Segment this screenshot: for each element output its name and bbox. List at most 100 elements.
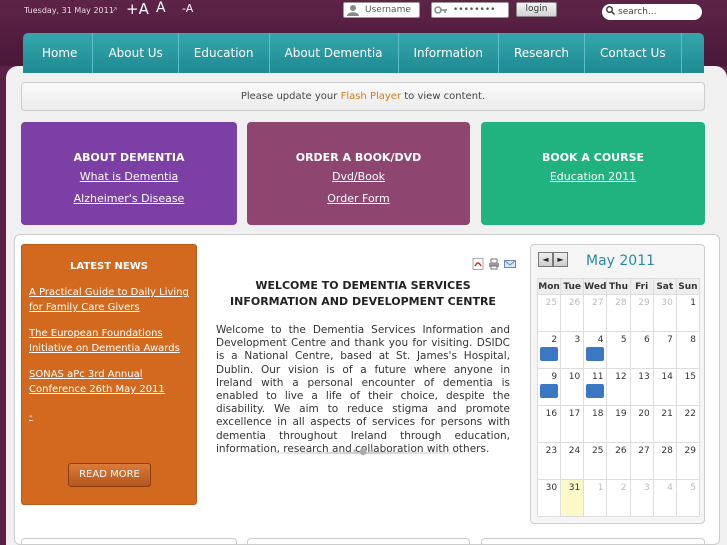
calendar-day[interactable]: 3 <box>629 479 654 517</box>
calendar-day[interactable]: 29 <box>675 442 701 480</box>
calendar-day[interactable]: 30 <box>536 479 562 517</box>
calendar-day[interactable]: 1 <box>583 479 608 517</box>
divider-dots-icon: •●• <box>352 447 377 457</box>
font-reset-button[interactable]: A <box>156 0 166 16</box>
day-number: 11 <box>592 372 604 382</box>
font-decrease-button[interactable]: -A <box>182 2 193 15</box>
order-form-link[interactable]: Order Form <box>247 192 470 205</box>
calendar-day[interactable]: 5 <box>675 479 701 517</box>
pdf-icon[interactable] <box>472 255 484 270</box>
next-month-button[interactable]: ► <box>553 252 568 267</box>
calendar-day[interactable]: 10 <box>560 368 585 406</box>
calendar-day[interactable]: 17 <box>560 405 585 443</box>
calendar-day[interactable]: 22 <box>675 405 701 443</box>
search-input[interactable]: search... <box>602 4 702 20</box>
calendar-day[interactable]: 14 <box>652 368 677 406</box>
calendar-day[interactable]: 19 <box>606 405 631 443</box>
flash-notice: Please update your Flash Player to view … <box>21 82 705 111</box>
nav-information[interactable]: Information <box>399 33 499 73</box>
calendar-day[interactable]: 29 <box>629 294 654 332</box>
news-item-link[interactable]: SONAS aPc 3rd Annual Conference 26th May… <box>29 367 191 397</box>
font-increase-button[interactable]: +A <box>126 0 149 18</box>
calendar-day[interactable]: 15 <box>675 368 701 406</box>
flash-notice-suffix: to view content. <box>401 91 486 102</box>
password-value: •••••••• <box>453 5 496 15</box>
calendar-day[interactable]: 18 <box>583 405 608 443</box>
read-more-button[interactable]: READ MORE <box>68 463 151 487</box>
calendar-day-today[interactable]: 31 <box>560 479 585 517</box>
feature-order-book: ORDER A BOOK/DVD Dvd/Book Order Form <box>247 122 470 225</box>
calendar-day[interactable]: 3 <box>560 331 585 369</box>
calendar-day[interactable]: 16 <box>536 405 562 443</box>
calendar-day[interactable]: 28 <box>652 442 677 480</box>
event-marker[interactable] <box>540 384 558 398</box>
event-marker[interactable] <box>586 347 605 361</box>
calendar-day[interactable]: 27 <box>583 294 608 332</box>
calendar-day[interactable]: 25 <box>536 294 562 332</box>
nav-about-dementia[interactable]: About Dementia <box>270 33 399 73</box>
calendar-day[interactable]: 26 <box>606 442 631 480</box>
day-number: 9 <box>551 372 558 382</box>
calendar-day[interactable]: 5 <box>606 331 631 369</box>
weekday-header: Mon <box>536 278 562 295</box>
username-field[interactable]: Username <box>343 2 420 18</box>
bottom-box <box>481 538 705 545</box>
calendar-day-with-event[interactable]: 9 <box>536 368 562 406</box>
news-item-link[interactable]: The European Foundations Initiative on D… <box>29 326 191 356</box>
event-marker[interactable] <box>540 347 558 361</box>
calendar-day[interactable]: 25 <box>583 442 608 480</box>
calendar-day[interactable]: 12 <box>606 368 631 406</box>
weekday-header: Fri <box>629 278 654 295</box>
calendar-day[interactable]: 6 <box>629 331 654 369</box>
login-button[interactable]: login <box>516 2 557 17</box>
calendar-day-with-event[interactable]: 11 <box>583 368 608 406</box>
search-placeholder: search... <box>618 7 657 17</box>
events-calendar: ◄ ► May 2011 Mon Tue Wed Thu Fri Sat Sun… <box>530 244 705 524</box>
calendar-day[interactable]: 21 <box>652 405 677 443</box>
dvd-book-link[interactable]: Dvd/Book <box>247 170 470 183</box>
weekday-header: Tue <box>560 278 585 295</box>
calendar-grid: Mon Tue Wed Thu Fri Sat Sun 25 26 27 28 … <box>536 278 701 517</box>
calendar-day-with-event[interactable]: 2 <box>536 331 562 369</box>
nav-home[interactable]: Home <box>27 33 94 73</box>
calendar-day[interactable]: 1 <box>675 294 701 332</box>
prev-month-button[interactable]: ◄ <box>538 252 553 267</box>
weekday-header: Wed <box>583 278 608 295</box>
news-title: LATEST NEWS <box>70 261 148 272</box>
main-nav: Home About Us Education About Dementia I… <box>23 33 704 73</box>
weekday-header: Thu <box>606 278 631 295</box>
feature-title: ORDER A BOOK/DVD <box>295 151 422 164</box>
key-icon <box>434 4 450 16</box>
calendar-day[interactable]: 8 <box>675 331 701 369</box>
feature-title: BOOK A COURSE <box>541 151 645 164</box>
nav-about-us[interactable]: About Us <box>93 33 179 73</box>
education-2011-link[interactable]: Education 2011 <box>481 170 705 183</box>
calendar-day[interactable]: 23 <box>536 442 562 480</box>
calendar-day[interactable]: 7 <box>652 331 677 369</box>
calendar-day[interactable]: 2 <box>606 479 631 517</box>
calendar-day[interactable]: 20 <box>629 405 654 443</box>
calendar-day[interactable]: 27 <box>629 442 654 480</box>
calendar-day[interactable]: 26 <box>560 294 585 332</box>
alzheimers-disease-link[interactable]: Alzheimer's Disease <box>21 192 237 205</box>
calendar-day[interactable]: 28 <box>606 294 631 332</box>
password-field[interactable]: •••••••• <box>431 2 509 18</box>
calendar-nav: ◄ ► <box>538 252 568 267</box>
email-icon[interactable] <box>504 255 516 268</box>
what-is-dementia-link[interactable]: What is Dementia <box>21 170 237 183</box>
news-item-link[interactable]: - <box>29 409 191 424</box>
calendar-day[interactable]: 4 <box>652 479 677 517</box>
calendar-day[interactable]: 13 <box>629 368 654 406</box>
nav-education[interactable]: Education <box>179 33 270 73</box>
article-tools <box>472 255 516 270</box>
calendar-day-with-event[interactable]: 4 <box>583 331 608 369</box>
flash-player-link[interactable]: Flash Player <box>341 91 402 102</box>
nav-research[interactable]: Research <box>499 33 586 73</box>
calendar-day[interactable]: 30 <box>652 294 677 332</box>
nav-contact-us[interactable]: Contact Us <box>585 33 682 73</box>
bottom-box <box>21 538 237 545</box>
print-icon[interactable] <box>488 255 500 270</box>
event-marker[interactable] <box>586 384 605 398</box>
news-item-link[interactable]: A Practical Guide to Daily Living for Fa… <box>29 285 191 315</box>
calendar-day[interactable]: 24 <box>560 442 585 480</box>
